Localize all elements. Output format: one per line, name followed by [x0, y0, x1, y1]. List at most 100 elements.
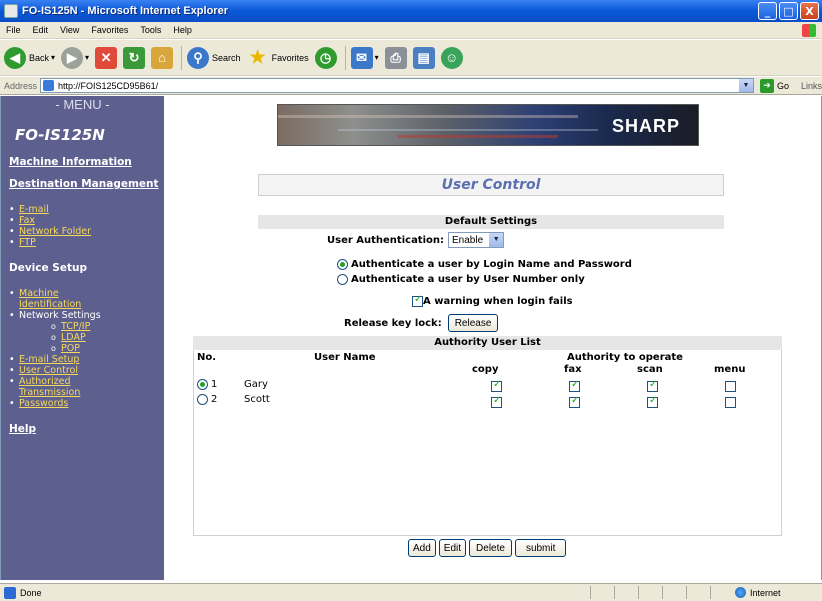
menu-file[interactable]: File — [0, 25, 27, 35]
menu-checkbox[interactable] — [725, 381, 736, 392]
messenger-button[interactable]: ☺ — [440, 46, 463, 69]
go-button[interactable]: ➜ Go — [759, 78, 789, 93]
browser-content: - MENU - FO-IS125N Machine Information D… — [0, 96, 822, 580]
delete-button[interactable]: Delete — [469, 539, 512, 557]
page-done-icon — [4, 586, 16, 599]
nav-email-setup[interactable]: E-mail Setup — [19, 354, 79, 365]
list-item: TCP/IP — [51, 321, 164, 332]
nav-network-folder[interactable]: Network Folder — [19, 226, 91, 237]
status-pane — [638, 586, 662, 599]
star-icon: ★ — [249, 47, 266, 67]
history-button[interactable]: ◷ — [314, 46, 337, 69]
menu-tools[interactable]: Tools — [134, 25, 167, 35]
user-auth-label: User Authentication: — [327, 234, 445, 246]
nav-pop[interactable]: POP — [61, 343, 80, 354]
status-pane — [710, 586, 734, 599]
edit-page-icon: ▤ — [412, 46, 435, 69]
nav-help[interactable]: Help — [9, 423, 164, 435]
edit-page-button[interactable]: ▤ — [412, 46, 435, 69]
col-copy: copy — [472, 364, 499, 375]
nav-tcpip[interactable]: TCP/IP — [61, 321, 90, 332]
auth-number-radio[interactable] — [337, 274, 348, 285]
menu-view[interactable]: View — [54, 25, 85, 35]
nav-destination-management[interactable]: Destination Management — [9, 178, 164, 190]
chevron-down-icon: ▾ — [374, 53, 379, 62]
links-button[interactable]: Links — [801, 81, 822, 91]
user-no: 1 — [211, 379, 218, 390]
user-no: 2 — [211, 394, 218, 405]
banner-decoration — [398, 135, 558, 138]
search-label: Search — [212, 52, 241, 63]
authority-list-header: Authority User List — [193, 336, 782, 350]
address-dropdown-icon[interactable]: ▼ — [738, 79, 753, 92]
forward-button[interactable]: ▶ ▾ — [61, 46, 89, 69]
banner-decoration — [278, 115, 578, 118]
add-button[interactable]: Add — [408, 539, 436, 557]
user-name: Scott — [244, 394, 270, 405]
scan-checkbox[interactable] — [647, 395, 658, 408]
list-item: Fax — [9, 215, 164, 226]
page-icon — [43, 80, 55, 91]
toolbar-separator — [344, 45, 346, 70]
menu-help[interactable]: Help — [167, 25, 198, 35]
address-bar: Address http://FOIS125CD95B61/ ▼ ➜ Go Li… — [0, 77, 822, 95]
auth-login-label: Authenticate a user by Login Name and Pa… — [351, 259, 632, 270]
col-scan: scan — [637, 364, 663, 375]
favorites-button[interactable]: ★ Favorites — [247, 47, 309, 69]
home-button[interactable]: ⌂ — [151, 46, 174, 69]
release-button[interactable]: Release — [447, 314, 499, 332]
nav-ftp[interactable]: FTP — [19, 237, 36, 248]
scan-checkbox[interactable] — [647, 379, 658, 392]
stop-button[interactable]: ✕ — [95, 46, 118, 69]
fax-checkbox[interactable] — [569, 395, 580, 408]
nav-passwords[interactable]: Passwords — [19, 398, 68, 409]
sidebar: - MENU - FO-IS125N Machine Information D… — [1, 96, 164, 580]
fax-checkbox[interactable] — [569, 379, 580, 392]
edit-button[interactable]: Edit — [438, 539, 467, 557]
user-name: Gary — [244, 379, 268, 390]
nav-authorized-transmission[interactable]: Authorized Transmission — [19, 376, 80, 398]
sharp-banner: SHARP — [277, 104, 699, 146]
go-label: Go — [776, 80, 789, 91]
print-button[interactable]: ⎙ — [384, 46, 407, 69]
auth-login-radio[interactable] — [337, 259, 348, 270]
device-list: MachineIdentification Network Settings T… — [1, 288, 164, 409]
nav-ldap[interactable]: LDAP — [61, 332, 86, 343]
status-panes — [590, 586, 734, 599]
nav-machine-identification[interactable]: Machine Identification — [19, 288, 81, 310]
nav-machine-id-line1: Machine — [19, 288, 59, 299]
warning-checkbox[interactable] — [412, 294, 423, 307]
stop-icon: ✕ — [95, 46, 118, 69]
refresh-button[interactable]: ↻ — [123, 46, 146, 69]
back-button[interactable]: ◀ Back ▾ — [4, 46, 55, 69]
device-setup-heading: Device Setup — [9, 262, 87, 274]
minimize-button[interactable]: _ — [758, 2, 777, 20]
nav-machine-id-line2: Identification — [19, 299, 82, 310]
submit-button[interactable]: submit — [514, 539, 567, 557]
maximize-button[interactable]: □ — [779, 2, 798, 20]
search-button[interactable]: ⚲ Search — [187, 46, 241, 69]
user-auth-select[interactable]: Enable ▼ — [448, 232, 505, 248]
menu-edit[interactable]: Edit — [27, 25, 55, 35]
row-select-radio[interactable] — [197, 379, 208, 390]
address-input[interactable]: http://FOIS125CD95B61/ ▼ — [40, 78, 754, 93]
list-item: LDAP — [51, 332, 164, 343]
list-item: E-mail — [9, 204, 164, 215]
nav-email[interactable]: E-mail — [19, 204, 49, 215]
copy-checkbox[interactable] — [491, 379, 502, 392]
close-button[interactable]: X — [800, 2, 819, 20]
list-item: MachineIdentification — [9, 288, 164, 310]
row-select-radio[interactable] — [197, 394, 208, 405]
copy-checkbox[interactable] — [491, 395, 502, 408]
menu-favorites[interactable]: Favorites — [85, 25, 134, 35]
forward-arrow-icon: ▶ — [61, 46, 84, 69]
nav-machine-information[interactable]: Machine Information — [9, 156, 164, 168]
menu-checkbox[interactable] — [725, 397, 736, 408]
nav-fax[interactable]: Fax — [19, 215, 35, 226]
nav-user-control[interactable]: User Control — [19, 365, 78, 376]
mail-button[interactable]: ✉ ▾ — [350, 46, 379, 69]
user-auth-value: Enable — [452, 234, 484, 246]
auth-login-row: Authenticate a user by Login Name and Pa… — [337, 259, 632, 270]
chevron-down-icon: ▼ — [489, 233, 504, 247]
menu-bar: File Edit View Favorites Tools Help — [0, 22, 822, 39]
